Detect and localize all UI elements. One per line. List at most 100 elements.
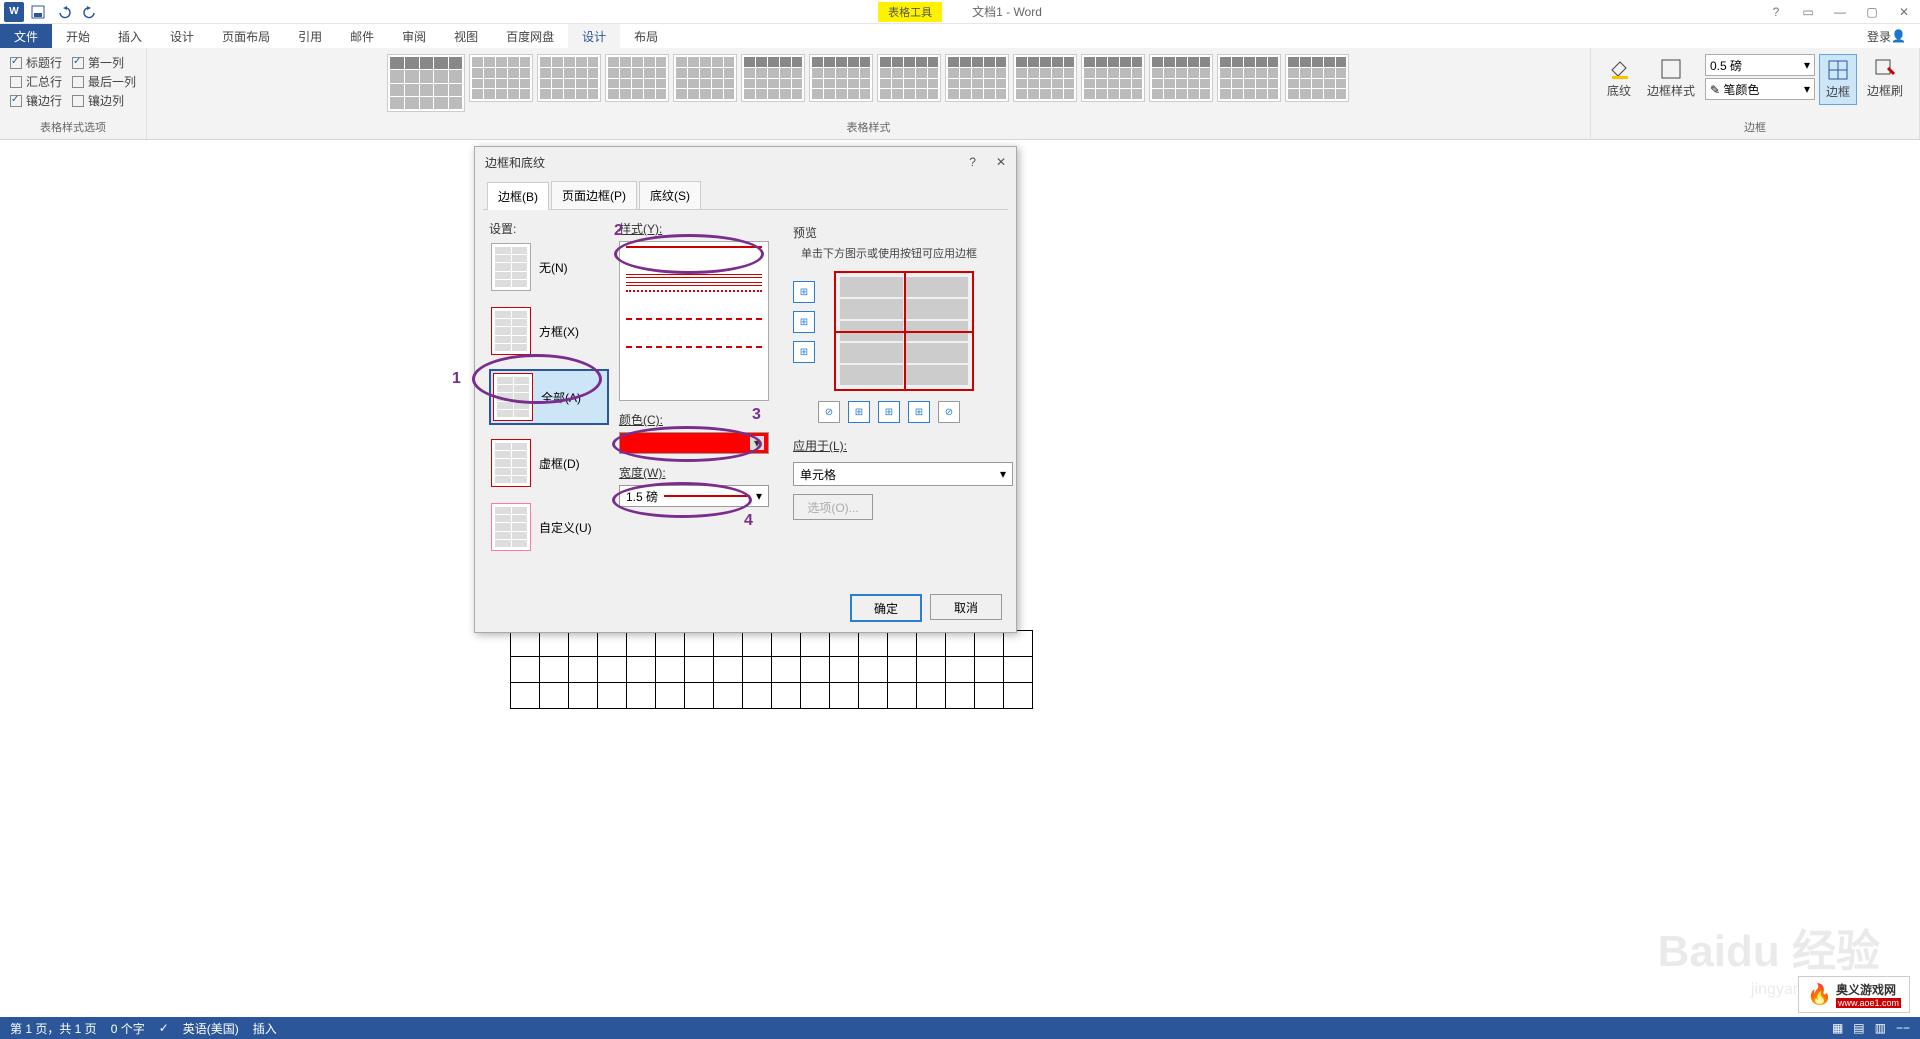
tab-file[interactable]: 文件 — [0, 24, 52, 48]
setting-box-icon — [491, 307, 531, 355]
signin-link[interactable]: 登录 👤 — [1853, 24, 1920, 48]
width-preview-line — [664, 495, 750, 497]
tab-baidu-netdisk[interactable]: 百度网盘 — [492, 24, 568, 48]
corner-site-badge: 🔥 奥义游戏网 www.aoe1.com — [1798, 976, 1910, 1013]
status-bar: 第 1 页，共 1 页 0 个字 ✓ 英语(美国) 插入 ▦ ▤ ▥ −− — [0, 1017, 1920, 1039]
dialog-help-icon[interactable]: ? — [969, 155, 976, 169]
view-read-icon[interactable]: ▦ — [1832, 1021, 1843, 1035]
preview-border-left-button[interactable]: ⊞ — [848, 401, 870, 423]
check-header-row[interactable]: 标题行 — [10, 54, 62, 71]
check-first-col[interactable]: 第一列 — [72, 54, 124, 71]
style-thumb[interactable] — [809, 54, 873, 102]
width-dropdown[interactable]: 1.5 磅 ▾ — [619, 485, 769, 507]
style-thumb[interactable] — [605, 54, 669, 102]
preview-border-hmid-button[interactable]: ⊞ — [793, 311, 815, 333]
style-listbox[interactable] — [619, 241, 769, 401]
check-banded-col[interactable]: 镶边列 — [72, 92, 124, 109]
border-painter-button[interactable]: 边框刷 — [1861, 54, 1909, 103]
setting-custom[interactable]: 自定义(U) — [489, 501, 609, 553]
options-button[interactable]: 选项(O)... — [793, 494, 873, 520]
status-page[interactable]: 第 1 页，共 1 页 — [10, 1020, 97, 1037]
status-words[interactable]: 0 个字 — [111, 1020, 145, 1037]
check-banded-row[interactable]: 镶边行 — [10, 92, 62, 109]
minimize-icon[interactable]: — — [1828, 2, 1852, 22]
chevron-down-icon: ▾ — [1804, 58, 1810, 72]
help-icon[interactable]: ? — [1764, 2, 1788, 22]
check-total-row[interactable]: 汇总行 — [10, 73, 62, 90]
dialog-titlebar: 边框和底纹 ? ✕ — [475, 147, 1016, 177]
color-dropdown[interactable]: ▾ — [619, 432, 769, 454]
ok-button[interactable]: 确定 — [850, 594, 922, 622]
style-thumb[interactable] — [877, 54, 941, 102]
style-thumb[interactable] — [945, 54, 1009, 102]
preview-border-vmid-button[interactable]: ⊞ — [878, 401, 900, 423]
style-thumb[interactable] — [1081, 54, 1145, 102]
tab-insert[interactable]: 插入 — [104, 24, 156, 48]
ribbon-options-icon[interactable]: ▭ — [1796, 2, 1820, 22]
table-styles-gallery[interactable] — [383, 52, 1353, 119]
style-option[interactable] — [626, 282, 762, 286]
context-tab-label: 表格工具 — [878, 2, 942, 22]
border-painter-icon — [1874, 58, 1896, 80]
style-option[interactable] — [626, 246, 762, 270]
dialog-tab-shading[interactable]: 底纹(S) — [639, 181, 701, 209]
preview-border-diag2-button[interactable]: ⊘ — [938, 401, 960, 423]
preview-diagram[interactable] — [834, 271, 974, 391]
preview-border-bottom-button[interactable]: ⊞ — [793, 341, 815, 363]
status-spellcheck-icon[interactable]: ✓ — [159, 1021, 169, 1035]
redo-button[interactable] — [78, 2, 102, 22]
style-thumb[interactable] — [387, 54, 465, 112]
tab-design[interactable]: 设计 — [156, 24, 208, 48]
zoom-out-button[interactable]: −− — [1896, 1021, 1910, 1035]
maximize-icon[interactable]: ▢ — [1860, 2, 1884, 22]
tab-references[interactable]: 引用 — [284, 24, 336, 48]
tab-home[interactable]: 开始 — [52, 24, 104, 48]
preview-border-right-button[interactable]: ⊞ — [908, 401, 930, 423]
style-thumb[interactable] — [1149, 54, 1213, 102]
setting-all[interactable]: 全部(A) — [489, 369, 609, 425]
tab-review[interactable]: 审阅 — [388, 24, 440, 48]
preview-border-diag1-button[interactable]: ⊘ — [818, 401, 840, 423]
style-thumb[interactable] — [1217, 54, 1281, 102]
style-option[interactable] — [626, 346, 762, 370]
tab-table-design[interactable]: 设计 — [568, 24, 620, 48]
setting-box[interactable]: 方框(X) — [489, 305, 609, 357]
border-style-button[interactable]: 边框样式 — [1641, 54, 1701, 103]
status-language[interactable]: 英语(美国) — [183, 1020, 239, 1037]
preview-border-top-button[interactable]: ⊞ — [793, 281, 815, 303]
close-icon[interactable]: ✕ — [1892, 2, 1916, 22]
style-thumb[interactable] — [1285, 54, 1349, 102]
tab-mailings[interactable]: 邮件 — [336, 24, 388, 48]
dialog-tab-page-border[interactable]: 页面边框(P) — [551, 181, 637, 209]
tab-page-layout[interactable]: 页面布局 — [208, 24, 284, 48]
document-table[interactable] — [510, 630, 1033, 709]
check-last-col[interactable]: 最后一列 — [72, 73, 136, 90]
cancel-button[interactable]: 取消 — [930, 594, 1002, 620]
style-option[interactable] — [626, 318, 762, 342]
style-thumb[interactable] — [673, 54, 737, 102]
style-thumb[interactable] — [537, 54, 601, 102]
dialog-close-icon[interactable]: ✕ — [996, 155, 1006, 169]
save-button[interactable] — [26, 2, 50, 22]
pen-weight-dropdown[interactable]: 0.5 磅▾ — [1705, 54, 1815, 76]
apply-to-dropdown[interactable]: 单元格 ▾ — [793, 462, 1013, 486]
undo-button[interactable] — [52, 2, 76, 22]
borders-button[interactable]: 边框 — [1819, 54, 1857, 105]
dialog-tab-border[interactable]: 边框(B) — [487, 182, 549, 210]
style-thumb[interactable] — [469, 54, 533, 102]
setting-grid[interactable]: 虚框(D) — [489, 437, 609, 489]
style-option[interactable] — [626, 290, 762, 314]
status-mode[interactable]: 插入 — [253, 1020, 277, 1037]
style-thumb[interactable] — [1013, 54, 1077, 102]
pen-color-dropdown[interactable]: ✎ 笔颜色▾ — [1705, 78, 1815, 100]
tab-view[interactable]: 视图 — [440, 24, 492, 48]
group-borders: 底纹 边框样式 0.5 磅▾ ✎ 笔颜色▾ 边框 边框刷 边框 — [1591, 48, 1920, 139]
setting-none[interactable]: 无(N) — [489, 241, 609, 293]
quick-access-toolbar: W — [0, 2, 102, 22]
shading-button[interactable]: 底纹 — [1601, 54, 1637, 103]
view-print-icon[interactable]: ▤ — [1853, 1021, 1864, 1035]
style-option[interactable] — [626, 274, 762, 278]
tab-table-layout[interactable]: 布局 — [620, 24, 672, 48]
style-thumb[interactable] — [741, 54, 805, 102]
view-web-icon[interactable]: ▥ — [1875, 1021, 1886, 1035]
